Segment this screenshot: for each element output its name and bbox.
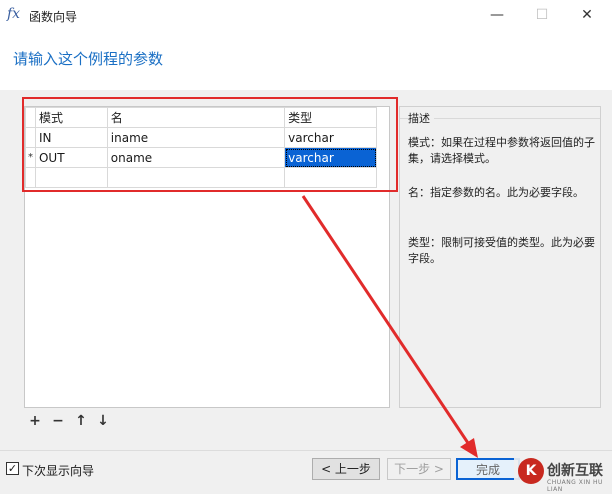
next-button: 下一步 > (387, 458, 451, 480)
cell-mode[interactable]: IN (34, 127, 108, 148)
cell-name[interactable] (106, 167, 286, 188)
column-header-mode[interactable]: 模式 (34, 107, 108, 128)
parameter-grid[interactable]: 模式 名 类型 IN iname varchar * OUT oname var… (24, 106, 390, 408)
row-marker[interactable] (25, 127, 36, 148)
row-header-corner (25, 107, 36, 128)
remove-parameter-button[interactable]: − (50, 413, 66, 429)
row-marker[interactable]: * (25, 147, 36, 168)
description-name: 名：指定参数的名。此为必要字段。 (408, 186, 584, 199)
row-marker[interactable] (25, 167, 36, 188)
watermark: K 创新互联 CHUANG XIN HU LIAN (514, 454, 612, 494)
table-row[interactable]: * OUT oname varchar (25, 147, 377, 168)
fx-icon: 𝑓x (7, 6, 21, 22)
watermark-subtext: CHUANG XIN HU LIAN (547, 479, 603, 493)
close-button[interactable]: ✕ (572, 4, 602, 26)
previous-button[interactable]: < 上一步 (312, 458, 380, 480)
table-row-empty[interactable] (25, 167, 377, 188)
column-header-type[interactable]: 类型 (284, 107, 377, 128)
cell-name[interactable]: iname (106, 127, 286, 148)
cell-type[interactable]: varchar (284, 127, 377, 148)
description-type: 类型：限制可接受值的类型。此为必要字段。 (408, 236, 595, 265)
watermark-logo-icon: K (518, 458, 544, 484)
cell-type[interactable] (284, 167, 377, 188)
cell-mode[interactable]: OUT (34, 147, 108, 168)
window-title: 函数向导 (29, 10, 78, 24)
minimize-button[interactable]: — (482, 4, 512, 26)
move-down-button[interactable]: ↓ (95, 413, 111, 429)
description-title: 描述 (408, 110, 434, 126)
description-mode: 模式：如果在过程中参数将返回值的子集，请选择模式。 (408, 136, 595, 165)
cell-name[interactable]: oname (106, 147, 286, 168)
cell-type-selected[interactable]: varchar (284, 147, 377, 168)
table-row[interactable]: IN iname varchar (25, 127, 377, 148)
watermark-text: 创新互联 (547, 463, 603, 479)
show-wizard-checkbox[interactable]: ✓ (6, 462, 19, 475)
maximize-button: ☐ (535, 7, 549, 23)
move-up-button[interactable]: ↑ (73, 413, 89, 429)
page-title: 请输入这个例程的参数 (13, 50, 164, 68)
cell-mode[interactable] (34, 167, 108, 188)
column-header-name[interactable]: 名 (106, 107, 286, 128)
grid-header-row: 模式 名 类型 (25, 107, 377, 128)
finish-button[interactable]: 完成 (456, 458, 520, 480)
title-bar: 𝑓x 函数向导 — ☐ ✕ (0, 0, 612, 30)
description-panel: 描述 模式：如果在过程中参数将返回值的子集，请选择模式。 名：指定参数的名。此为… (399, 106, 601, 408)
add-parameter-button[interactable]: + (27, 413, 43, 429)
show-wizard-label[interactable]: 下次显示向导 (22, 462, 94, 479)
